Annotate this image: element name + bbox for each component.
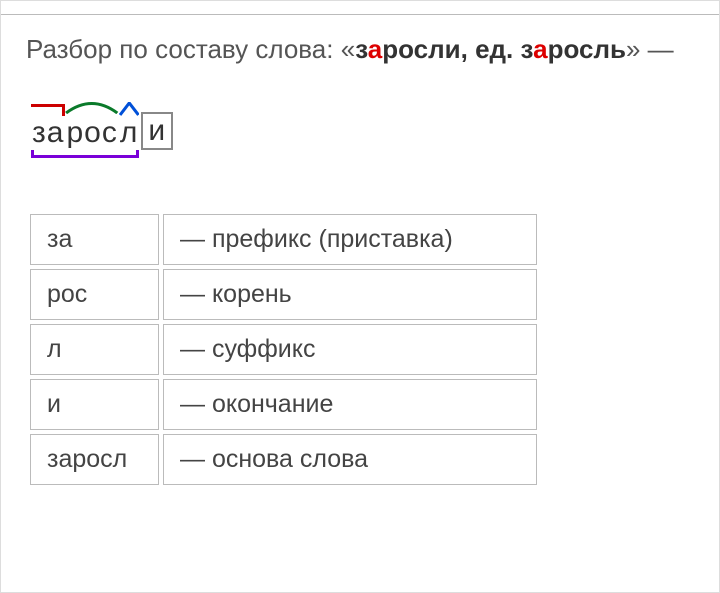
morpheme-table: за— префикс (приставка)рос— кореньл— суф… [26,210,541,489]
morpheme-prefix-text: за [32,116,64,149]
table-row: за— префикс (приставка) [30,214,537,265]
morpheme-cell: заросл [30,434,159,485]
morpheme-root-text: рос [66,116,117,149]
morpheme-cell: за [30,214,159,265]
morpheme-suffix-text: л [120,116,139,149]
morpheme-ending-text: и [148,114,166,147]
morpheme-cell: и [30,379,159,430]
word2-post: росль [548,34,626,64]
word2-highlight: а [533,34,547,64]
table-row: заросл— основа слова [30,434,537,485]
table-row: рос— корень [30,269,537,320]
description-cell: — окончание [163,379,537,430]
morpheme-prefix: за [31,116,65,150]
word2-pre: з [521,34,534,64]
word1-pre: з [355,34,368,64]
morpheme-cell: рос [30,269,159,320]
description-cell: — суффикс [163,324,537,375]
morpheme-cell: л [30,324,159,375]
morpheme-diagram: за рос л и [31,112,173,150]
morpheme-root: рос [65,116,118,150]
table-row: и— окончание [30,379,537,430]
morpheme-ending: и [141,112,173,150]
word-analysis-card: Разбор по составу слова: «заросли, ед. з… [0,0,720,593]
description-cell: — корень [163,269,537,320]
word1-highlight: а [368,34,382,64]
suffix-chevron-icon [119,102,140,116]
table-row: л— суффикс [30,324,537,375]
description-cell: — префикс (приставка) [163,214,537,265]
analysis-title: Разбор по составу слова: «заросли, ед. з… [26,21,694,67]
morpheme-suffix: л [119,116,140,150]
prefix-mark-icon [31,104,65,116]
word1-post: росли, ед. [382,34,520,64]
title-intro: Разбор по составу слова: « [26,34,355,64]
root-arc-icon [65,100,118,114]
base-bracket-icon [31,150,139,158]
title-outro: » — [626,34,674,64]
description-cell: — основа слова [163,434,537,485]
